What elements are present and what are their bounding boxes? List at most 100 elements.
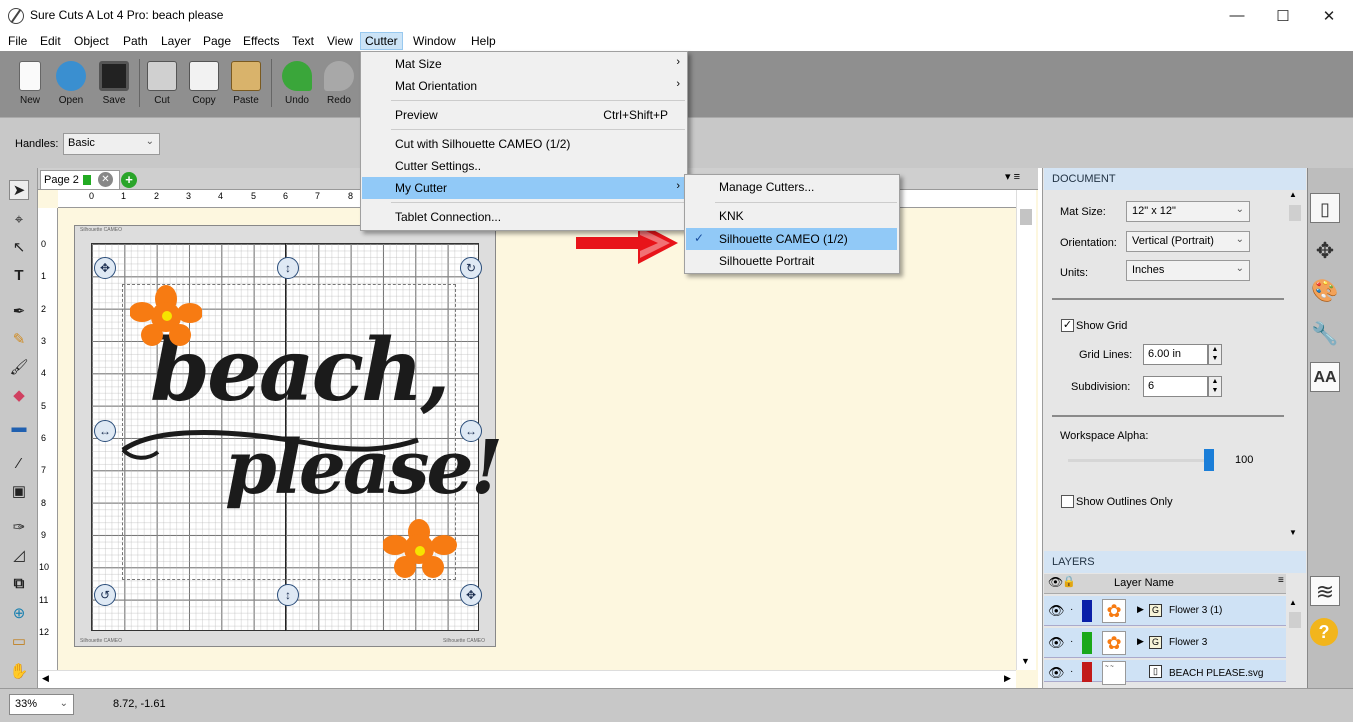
wrench-icon[interactable]: 🔧	[1310, 319, 1340, 349]
help-icon[interactable]: ?	[1310, 618, 1338, 646]
move-handle-icon[interactable]: ✥	[94, 257, 116, 279]
layer-row[interactable]: 👁 · ~ ~ ▯ BEACH PLEASE.svg	[1044, 660, 1286, 685]
lock-toggle-icon[interactable]: ·	[1070, 666, 1073, 677]
mat-size-select[interactable]: 12" x 12" ⌄	[1126, 201, 1250, 222]
transform-tool-icon[interactable]: ↖	[9, 238, 29, 258]
menu-item-manage-cutters[interactable]: Manage Cutters...	[686, 176, 900, 198]
weld-tool-icon[interactable]: ⧉	[9, 574, 29, 594]
save-button[interactable]: Save	[94, 59, 134, 113]
eye-icon[interactable]: 👁	[1048, 635, 1065, 651]
resize-vertical-handle-icon[interactable]: ↕	[277, 584, 299, 606]
expand-arrow-icon[interactable]: ▶	[1137, 604, 1144, 615]
cut-button[interactable]: Cut	[142, 59, 182, 113]
layers-scrollbar[interactable]: ▲	[1287, 596, 1303, 682]
close-button[interactable]: ✕	[1306, 0, 1352, 31]
orientation-select[interactable]: Vertical (Portrait) ⌄	[1126, 231, 1250, 252]
document-scrollbar[interactable]: ▲ ▼	[1287, 190, 1303, 542]
add-page-icon[interactable]: +	[121, 172, 137, 188]
gradient-tool-icon[interactable]: ▣	[9, 482, 29, 502]
subdivision-input[interactable]: 6	[1143, 376, 1208, 397]
show-grid-checkbox[interactable]: ✓	[1061, 319, 1074, 332]
resize-vertical-handle-icon[interactable]: ↕	[277, 257, 299, 279]
resize-horizontal-handle-icon[interactable]: ↔	[94, 420, 116, 442]
open-button[interactable]: Open	[51, 59, 91, 113]
menu-item-knk[interactable]: KNK	[686, 205, 900, 227]
scroll-down-icon[interactable]: ▼	[1021, 656, 1030, 666]
expand-arrow-icon[interactable]: ▶	[1137, 636, 1144, 647]
menu-window[interactable]: Window	[409, 33, 460, 49]
canvas-horizontal-scrollbar[interactable]: ◀ ▶	[38, 670, 1016, 688]
grid-lines-input[interactable]: 6.00 in	[1143, 344, 1208, 365]
scroll-thumb[interactable]	[1020, 209, 1032, 225]
node-edit-tool-icon[interactable]: ⌖	[9, 210, 29, 230]
layer-color-swatch[interactable]	[1082, 662, 1092, 682]
scale-handle-icon[interactable]: ✥	[460, 584, 482, 606]
layer-menu-icon[interactable]: ≡	[1278, 575, 1284, 586]
scroll-left-icon[interactable]: ◀	[42, 673, 49, 684]
path-tool-icon[interactable]: ◿	[9, 546, 29, 566]
menu-text[interactable]: Text	[288, 33, 318, 49]
menu-item-cutter-settings[interactable]: Cutter Settings..	[362, 155, 688, 177]
close-tab-icon[interactable]: ✕	[98, 172, 113, 187]
canvas-vertical-scrollbar[interactable]: ▼	[1016, 190, 1036, 670]
scroll-thumb[interactable]	[1289, 205, 1301, 221]
scroll-up-icon[interactable]: ▲	[1289, 598, 1297, 607]
text-panel-icon[interactable]: AA	[1310, 362, 1340, 392]
menu-item-mat-orientation[interactable]: Mat Orientation ›	[362, 75, 688, 97]
paste-button[interactable]: Paste	[226, 59, 266, 113]
menu-object[interactable]: Object	[70, 33, 113, 49]
lock-toggle-icon[interactable]: ·	[1070, 604, 1073, 615]
menu-item-preview[interactable]: Preview Ctrl+Shift+P	[362, 104, 688, 126]
menu-layer[interactable]: Layer	[157, 33, 195, 49]
move-panel-icon[interactable]: ✥	[1310, 236, 1340, 266]
alpha-slider-track[interactable]	[1068, 449, 1214, 471]
menu-item-my-cutter[interactable]: My Cutter ›	[362, 177, 688, 199]
menu-help[interactable]: Help	[467, 33, 500, 49]
menu-view[interactable]: View	[323, 33, 357, 49]
new-button[interactable]: New	[10, 59, 50, 113]
zoom-select[interactable]: 33% ⌄	[9, 694, 74, 715]
select-tool-icon[interactable]: ➤	[9, 180, 29, 200]
layer-color-swatch[interactable]	[1082, 600, 1092, 622]
scroll-thumb[interactable]	[1289, 612, 1301, 628]
scroll-up-icon[interactable]: ▲	[1289, 190, 1297, 199]
layer-row[interactable]: 👁 · ✿ ▶ G Flower 3	[1044, 628, 1286, 658]
menu-page[interactable]: Page	[199, 33, 235, 49]
alpha-slider-thumb[interactable]	[1204, 449, 1214, 471]
hand-tool-icon[interactable]: ✋	[9, 662, 29, 682]
subdivision-stepper[interactable]: ▲ ▼	[1208, 376, 1222, 397]
grid-lines-stepper[interactable]: ▲ ▼	[1208, 344, 1222, 365]
menu-cutter[interactable]: Cutter	[360, 32, 403, 50]
undo-button[interactable]: Undo	[277, 59, 317, 113]
tab-menu-icon[interactable]: ▾ ≡	[1005, 170, 1033, 186]
menu-edit[interactable]: Edit	[36, 33, 65, 49]
menu-item-mat-size[interactable]: Mat Size ›	[362, 53, 688, 75]
text-tool-icon[interactable]: T	[9, 266, 29, 286]
eyedropper-tool-icon[interactable]: ⁄	[9, 454, 29, 474]
scroll-right-icon[interactable]: ▶	[1004, 673, 1011, 684]
color-palette-icon[interactable]: 🎨	[1310, 276, 1340, 306]
layers-panel-icon[interactable]: ≋	[1310, 576, 1340, 606]
rotate-handle-icon[interactable]: ↺	[94, 584, 116, 606]
brush-tool-icon[interactable]: 🖌	[9, 358, 29, 378]
scroll-down-icon[interactable]: ▼	[1289, 528, 1297, 537]
outlines-only-checkbox[interactable]	[1061, 495, 1074, 508]
eye-icon[interactable]: 👁	[1048, 665, 1065, 681]
document-panel-icon[interactable]: ▯	[1310, 193, 1340, 223]
menu-effects[interactable]: Effects	[239, 33, 283, 49]
pencil-tool-icon[interactable]: ✎	[9, 330, 29, 350]
knife-tool-icon[interactable]: ✑	[9, 518, 29, 538]
measure-tool-icon[interactable]: ▭	[9, 632, 29, 652]
resize-horizontal-handle-icon[interactable]: ↔	[460, 420, 482, 442]
maximize-button[interactable]: ☐	[1260, 0, 1306, 31]
lock-toggle-icon[interactable]: ·	[1070, 636, 1073, 647]
handles-select[interactable]: Basic ⌄	[63, 133, 160, 155]
copy-button[interactable]: Copy	[184, 59, 224, 113]
eye-icon[interactable]: 👁	[1048, 603, 1065, 619]
layer-color-swatch[interactable]	[1082, 632, 1092, 654]
layer-row[interactable]: 👁 · ✿ ▶ G Flower 3 (1)	[1044, 596, 1286, 626]
zoom-tool-icon[interactable]: ⊕	[9, 604, 29, 624]
menu-item-tablet-connection[interactable]: Tablet Connection...	[362, 206, 688, 228]
units-select[interactable]: Inches ⌄	[1126, 260, 1250, 281]
menu-path[interactable]: Path	[119, 33, 152, 49]
